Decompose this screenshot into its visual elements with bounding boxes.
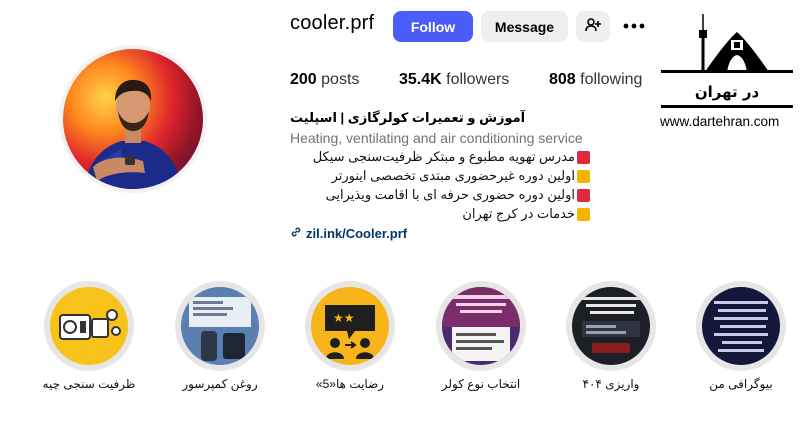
add-user-icon xyxy=(585,17,601,36)
highlight-label: ظرفیت سنجی چیه xyxy=(42,377,136,391)
highlight-cover xyxy=(572,287,650,365)
message-button[interactable]: Message xyxy=(481,11,568,42)
bio-line: اولین دوره غیرحضوری مبتدی تخصصی اینورتر xyxy=(290,168,590,184)
red-square-icon xyxy=(577,150,590,164)
svg-text:★★: ★★ xyxy=(333,311,355,325)
bio-category: Heating, ventilating and air conditionin… xyxy=(290,130,583,146)
followers-stat[interactable]: 35.4K followers xyxy=(399,71,509,89)
follow-button[interactable]: Follow xyxy=(393,11,473,42)
person-illustration xyxy=(85,79,181,189)
highlight-cover: ★★ xyxy=(311,287,389,365)
bio-line: اولین دوره حضوری حرفه ای با اقامت ویذیرا… xyxy=(290,187,590,203)
highlight-compressor-oil[interactable] xyxy=(175,281,265,371)
bio-section: آموزش و تعمیرات کولرگازی | اسپلیت Heatin… xyxy=(290,110,590,241)
username: cooler.prf xyxy=(290,12,375,34)
following-stat[interactable]: 808 following xyxy=(549,71,642,89)
more-options-icon[interactable] xyxy=(622,15,646,37)
bio-name: آموزش و تعمیرات کولرگازی | اسپلیت xyxy=(290,110,526,125)
highlight-biography[interactable] xyxy=(696,281,786,371)
highlight-cover xyxy=(702,287,780,365)
bio-line-text: اولین دوره حضوری حرفه ای با اقامت ویذیرا… xyxy=(325,187,575,202)
avatar-photo xyxy=(63,49,203,189)
highlight-label: بیوگرافی من xyxy=(709,377,773,391)
suggest-users-button[interactable] xyxy=(576,11,610,42)
highlight-cover xyxy=(50,287,128,365)
following-count: 808 xyxy=(549,71,576,88)
followers-label: followers xyxy=(446,71,510,88)
highlight-cover xyxy=(442,287,520,365)
highlight-label: واریزی ۴۰۴ xyxy=(582,377,640,391)
highlight-choose-cooler[interactable] xyxy=(436,281,526,371)
following-label: following xyxy=(580,71,643,88)
yellow-square-icon xyxy=(577,169,590,183)
dartehran-logo: در تهران xyxy=(657,10,797,130)
highlight-label: انتخاب نوع کولر xyxy=(441,377,521,391)
bio-line: مدرس تهویه مطبوع و مبتکر ظرفیت‌سنجی سیکل xyxy=(290,149,590,165)
highlight-deposit[interactable] xyxy=(566,281,656,371)
followers-count: 35.4K xyxy=(399,71,442,88)
yellow-square-icon xyxy=(577,207,590,221)
bio-line-text: اولین دوره غیرحضوری مبتدی تخصصی اینورتر xyxy=(331,168,575,183)
posts-label: posts xyxy=(321,71,360,88)
highlight-satisfaction[interactable]: ★★ xyxy=(305,281,395,371)
bio-line-text: مدرس تهویه مطبوع و مبتکر ظرفیت‌سنجی سیکل xyxy=(312,149,575,164)
highlight-label: رضایت ها«5» xyxy=(315,377,385,391)
logo-url: www.dartehran.com xyxy=(660,114,780,129)
bio-line: خدمات در کرج تهران xyxy=(290,206,590,222)
posts-stat: 200 posts xyxy=(290,71,359,89)
bio-link[interactable]: zil.ink/Cooler.prf xyxy=(290,226,590,241)
logo-text: در تهران xyxy=(695,83,760,101)
posts-count: 200 xyxy=(290,71,317,88)
bio-link-text: zil.ink/Cooler.prf xyxy=(306,226,408,241)
bio-line-text: خدمات در کرج تهران xyxy=(462,206,575,221)
highlight-cover xyxy=(181,287,259,365)
link-icon xyxy=(290,226,302,241)
highlight-label: روغن کمپرسور xyxy=(182,377,258,391)
profile-avatar[interactable] xyxy=(59,45,207,193)
highlight-capacity[interactable] xyxy=(44,281,134,371)
red-square-icon xyxy=(577,188,590,202)
